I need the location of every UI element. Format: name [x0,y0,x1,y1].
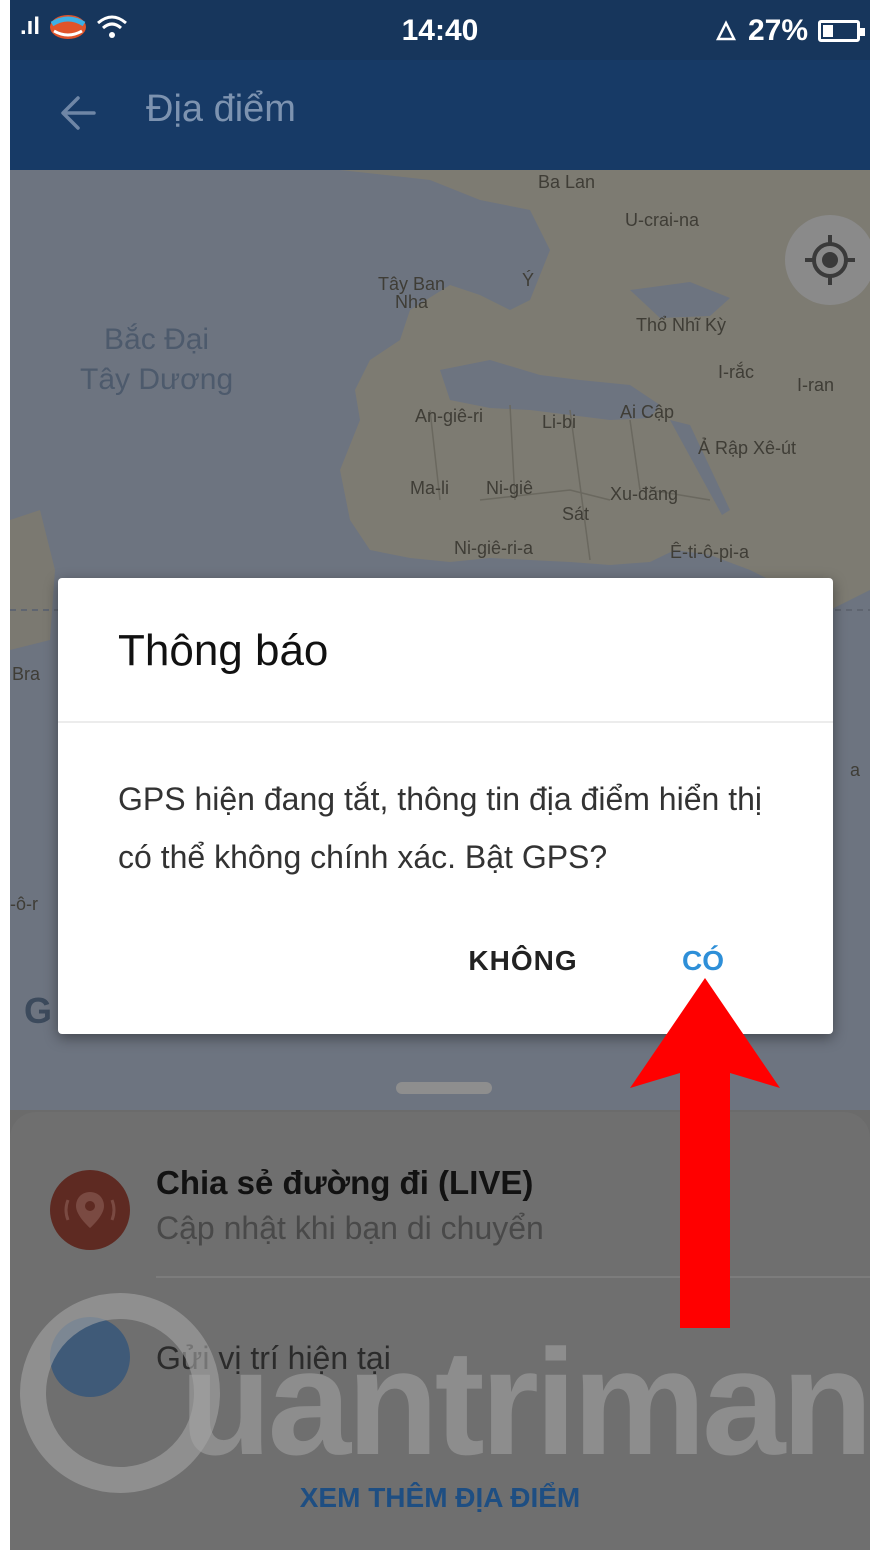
map-label: I-ran [797,375,835,395]
map-label: Thổ Nhĩ Kỳ [636,315,727,335]
sheet-drag-handle[interactable] [396,1082,492,1094]
app-bar: Địa điểm [10,60,870,170]
watermark-text: uantrimang [180,1318,870,1486]
map-label: Ni-giê [486,478,534,498]
map-label: Ni-giê-ri-a [454,538,534,558]
gps-dialog: Thông báo GPS hiện đang tắt, thông tin đ… [58,578,833,1034]
map-label: Tây Ban Nha [378,274,446,312]
battery-icon [818,20,865,42]
share-live-subtitle: Cập nhật khi bạn di chuyển [156,1210,544,1246]
no-button[interactable]: KHÔNG [448,936,598,986]
map-label: Ma-li [410,478,449,498]
dialog-divider [58,721,833,723]
map-label: Ý [522,270,535,290]
ocean-label: Bắc Đại Tây Dương [80,323,234,396]
map-label: Ả Rập Xê-út [698,438,797,458]
map-label: U-crai-na [625,210,700,230]
phone-screen: .ıl 14:40 27% Địa điểm Bắc Đại Tây Dương… [10,0,870,1550]
share-live-title[interactable]: Chia sẻ đường đi (LIVE) [156,1164,533,1202]
my-location-button[interactable] [785,215,870,305]
map-label: Xu-đăng [610,484,679,504]
google-logo: G [24,990,53,1031]
dialog-title: Thông báo [118,626,329,675]
map-label: Li-bi [542,412,577,432]
live-location-icon [50,1170,130,1250]
map-label: Sát [562,504,590,524]
back-arrow-icon[interactable] [54,88,104,138]
map-label: Bra [12,664,41,684]
map-label: Ê-ti-ô-pi-a [670,542,750,562]
alarm-icon [715,20,736,41]
page-title: Địa điểm [146,88,296,130]
map-label: An-giê-ri [415,406,484,426]
battery-percent: 27% [747,14,808,47]
dialog-message: GPS hiện đang tắt, thông tin địa điểm hi… [118,781,762,875]
map-label: Ba Lan [538,172,596,192]
annotation-arrow-icon [630,978,780,1328]
my-location-icon [805,235,855,285]
status-bar: .ıl 14:40 27% [10,0,870,60]
map-label: Ai Cập [620,402,675,422]
map-label: I-rắc [718,362,754,382]
map-label: a [850,760,861,780]
map-label: -ô-r [10,894,38,914]
